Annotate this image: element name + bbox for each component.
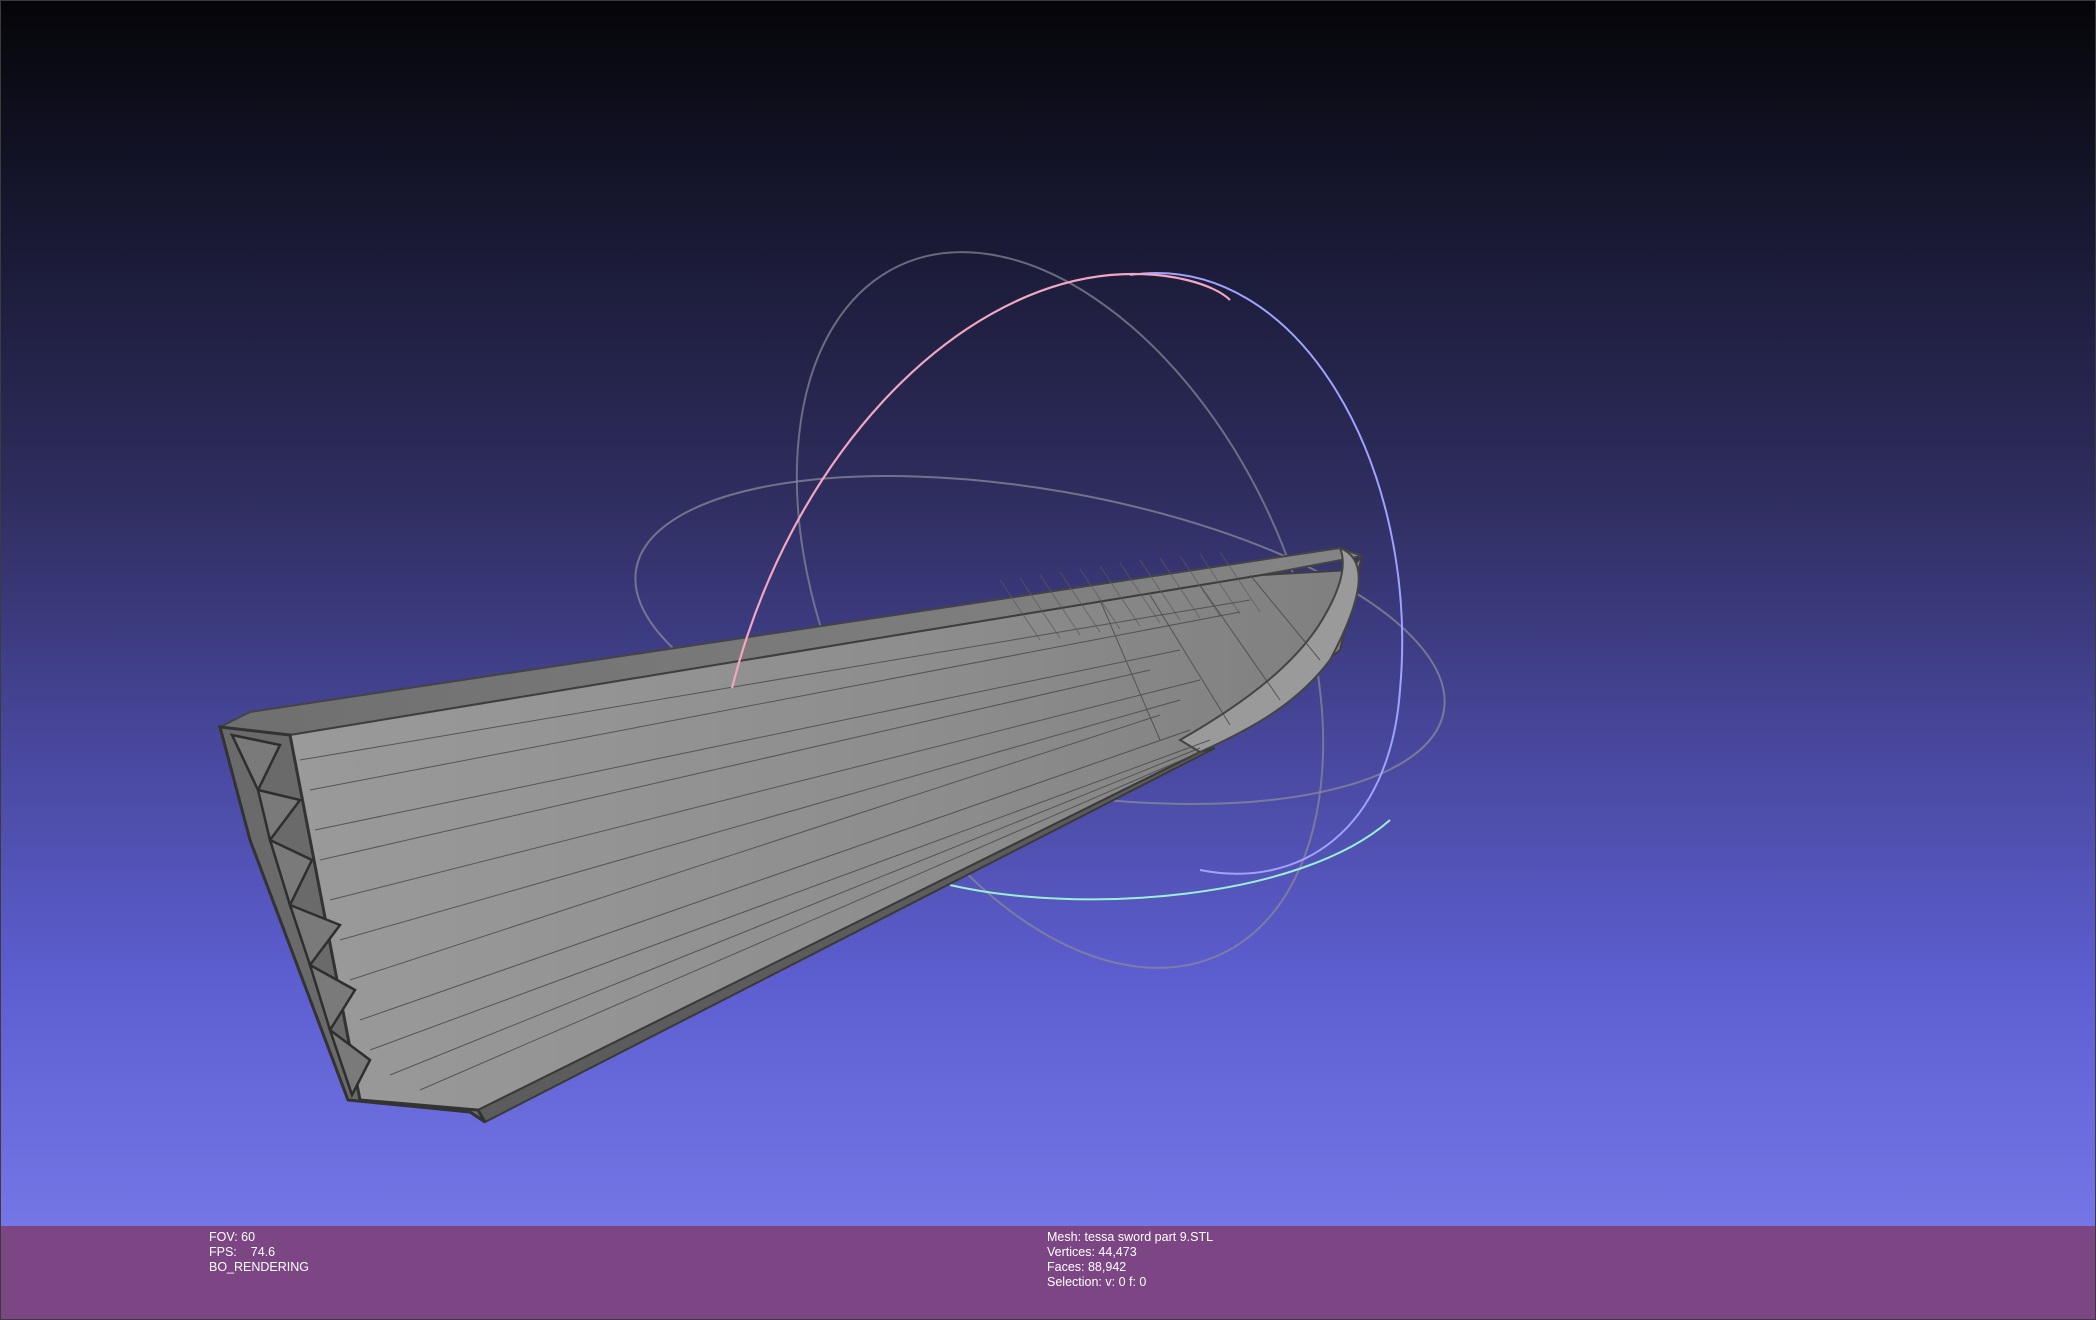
selection-info: Selection: v: 0 f: 0 — [1047, 1275, 1147, 1289]
vertex-count: Vertices: 44,473 — [1047, 1245, 1137, 1259]
fps-label: FPS: — [209, 1245, 237, 1259]
face-count: Faces: 88,942 — [1047, 1260, 1127, 1274]
mesh-info: Mesh: tessa sword part 9.STL Vertices: 4… — [1047, 1230, 1213, 1290]
fps-readout: FPS: 74.6 — [209, 1245, 309, 1260]
fps-value: 74.6 — [250, 1245, 276, 1259]
status-bar: FOV: 60 FPS: 74.6 BO_RENDERING Mesh: tess… — [0, 1226, 2096, 1320]
mesh-name: Mesh: tessa sword part 9.STL — [1047, 1230, 1214, 1244]
render-info: FOV: 60 FPS: 74.6 BO_RENDERING — [209, 1230, 309, 1275]
scene-canvas[interactable] — [0, 0, 2096, 1226]
3d-viewport[interactable] — [0, 0, 2096, 1226]
render-mode: BO_RENDERING — [209, 1260, 310, 1274]
mesh-model[interactable] — [216, 546, 1366, 1124]
fov-readout: FOV: 60 — [209, 1230, 256, 1244]
